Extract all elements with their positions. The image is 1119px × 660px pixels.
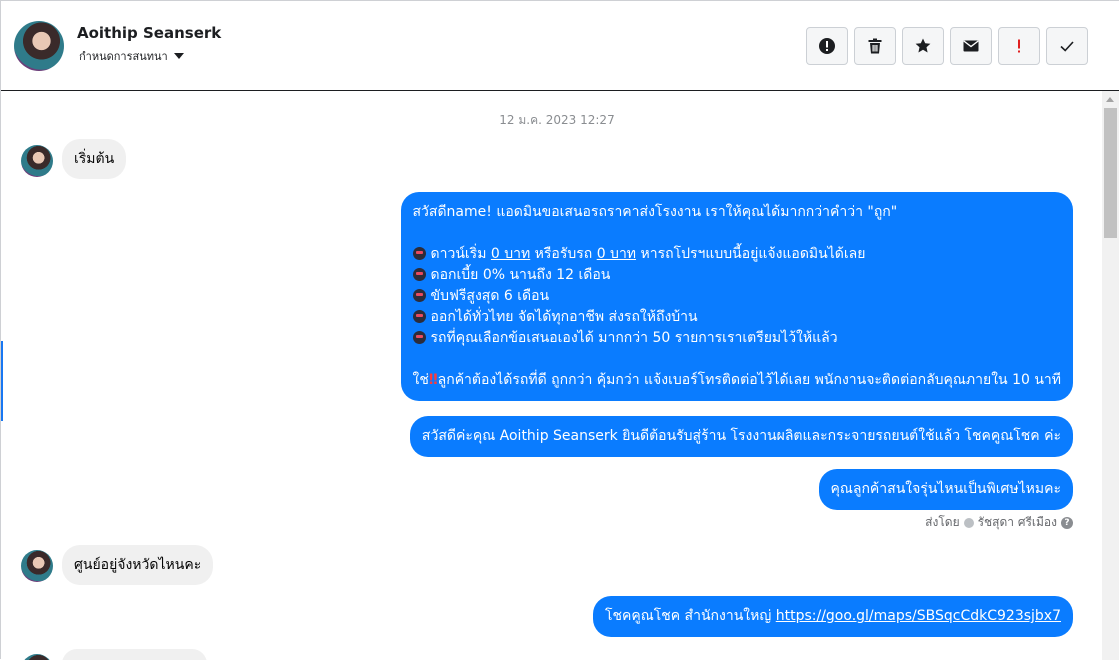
double-exclamation-icon: ‼ — [428, 372, 438, 388]
promo-bullet-5: รถที่คุณเลือกข้อเสนอเองได้ มากกว่า 50 รา… — [412, 328, 1061, 349]
promo-line-greeting: สวัสดีname! แอดมินขอเสนอรถราคาส่งโรงงาน … — [412, 204, 898, 220]
sender-avatar[interactable] — [21, 550, 53, 582]
promo-bullet-2: ดอกเบี้ย 0% นานถึง 12 เดือน — [412, 265, 1061, 286]
map-link[interactable]: https://goo.gl/maps/SBSqcCdkC923sjbx7 — [776, 608, 1061, 624]
outgoing-message-question[interactable]: คุณลูกค้าสนใจรุ่นไหนเป็นพิเศษไหมคะ — [818, 469, 1073, 510]
robot-emoji-icon — [412, 247, 426, 260]
incoming-message[interactable] — [62, 649, 207, 660]
sent-by-info: ส่งโดย รัชสุดา ศรีเมือง ? — [925, 513, 1073, 532]
promo-text: ดาวน์เริ่ม — [430, 246, 491, 262]
help-icon[interactable]: ? — [1061, 516, 1073, 529]
incoming-message[interactable]: เริ่มต้น — [62, 139, 127, 179]
conversation-settings-label: กำหนดการสนทนา — [79, 50, 168, 63]
promo-text: ดอกเบี้ย 0% นานถึง 12 เดือน — [430, 267, 611, 283]
outgoing-message-promo[interactable]: สวัสดีname! แอดมินขอเสนอรถราคาส่งโรงงาน … — [400, 192, 1073, 401]
contact-avatar[interactable] — [14, 21, 64, 71]
robot-emoji-icon — [412, 289, 426, 302]
conversation-settings-dropdown[interactable]: กำหนดการสนทนา — [79, 47, 184, 65]
action-toolbar — [806, 27, 1088, 65]
sender-avatar[interactable] — [21, 145, 53, 177]
sent-by-name: รัชสุดา ศรีเมือง — [977, 515, 1057, 529]
promo-text: รถที่คุณเลือกข้อเสนอเองได้ มากกว่า 50 รา… — [430, 330, 838, 346]
star-button[interactable] — [902, 27, 944, 65]
envelope-icon — [963, 40, 979, 52]
exclamation-icon — [1018, 39, 1020, 53]
contact-name[interactable]: Aoithip Seanserk — [77, 24, 221, 42]
check-icon — [1060, 41, 1074, 52]
promo-text: ลูกค้าต้องได้รถที่ดี ถูกกว่า คุ้มกว่า แจ… — [437, 372, 1061, 388]
promo-text: หรือรับรถ — [530, 246, 597, 262]
promo-bullet-4: ออกได้ทั่วไทย จัดได้ทุกอาชีพ ส่งรถให้ถึง… — [412, 307, 1061, 328]
agent-status-icon — [963, 517, 974, 528]
promo-underlined: 0 บาท — [490, 246, 531, 262]
star-icon — [915, 38, 931, 53]
sender-avatar[interactable] — [21, 654, 53, 660]
promo-closing: ใช่‼ลูกค้าต้องได้รถที่ดี ถูกกว่า คุ้มกว่… — [413, 370, 1061, 391]
scroll-thumb[interactable] — [1104, 108, 1117, 238]
alert-circle-icon — [819, 38, 835, 54]
spam-button[interactable] — [806, 27, 848, 65]
sent-by-label: ส่งโดย — [925, 515, 960, 529]
mark-unread-button[interactable] — [950, 27, 992, 65]
outgoing-message-location[interactable]: โชคคูณโชค สำนักงานใหญ่ https://goo.gl/ma… — [592, 596, 1073, 637]
robot-emoji-icon — [412, 268, 426, 281]
promo-text: ขับฟรีสูงสุด 6 เดือน — [430, 288, 550, 304]
scroll-up-arrow-icon[interactable] — [1106, 97, 1114, 102]
trash-icon — [868, 38, 882, 54]
conversation-header: Aoithip Seanserk กำหนดการสนทนา — [1, 1, 1119, 91]
robot-emoji-icon — [412, 310, 426, 323]
promo-text: หารถโปรฯแบบนี้อยู่แจ้งแอดมินได้เลย — [636, 246, 866, 262]
promo-bullet-1: ดาวน์เริ่ม 0 บาท หรือรับรถ 0 บาท หารถโปร… — [412, 244, 1061, 265]
promo-underlined: 0 บาท — [596, 246, 637, 262]
location-text: โชคคูณโชค สำนักงานใหญ่ — [604, 608, 776, 624]
outgoing-message-welcome[interactable]: สวัสดีค่ะคุณ Aoithip Seanserk ยินดีต้อนร… — [409, 416, 1073, 457]
message-timestamp: 12 ม.ค. 2023 12:27 — [499, 113, 615, 127]
scrollbar[interactable] — [1102, 91, 1119, 660]
promo-text: ออกได้ทั่วไทย จัดได้ทุกอาชีพ ส่งรถให้ถึง… — [430, 309, 698, 325]
important-button[interactable] — [998, 27, 1040, 65]
incoming-message[interactable]: ศูนย์อยู่จังหวัดไหนคะ — [62, 545, 214, 585]
delete-button[interactable] — [854, 27, 896, 65]
caret-down-icon — [173, 53, 184, 59]
message-thread[interactable]: 12 ม.ค. 2023 12:27 เริ่มต้น สวัสดีname! … — [2, 91, 1102, 660]
promo-text: ใช่ — [412, 372, 429, 388]
messenger-window: Aoithip Seanserk กำหนดการสนทนา 12 ม.ค. 2… — [0, 0, 1119, 660]
robot-emoji-icon — [412, 331, 426, 344]
promo-bullet-3: ขับฟรีสูงสุด 6 เดือน — [412, 286, 1061, 307]
done-button[interactable] — [1046, 27, 1088, 65]
